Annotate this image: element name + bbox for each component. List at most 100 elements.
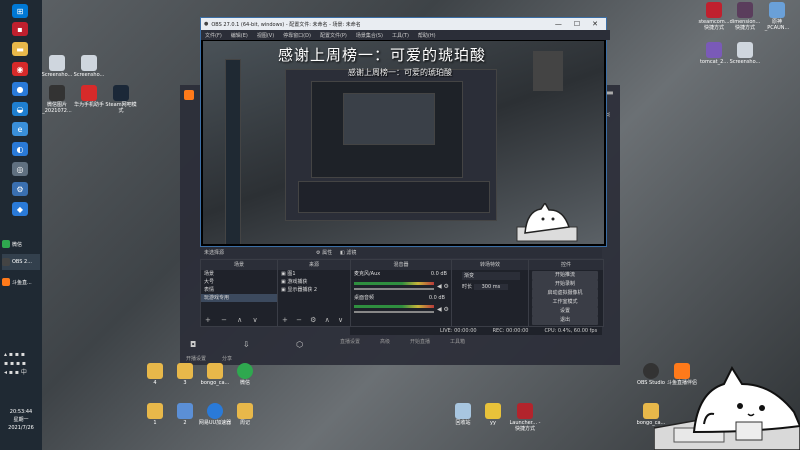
desktop-icon[interactable]: Screensho... [72,55,106,79]
douyu-bottom-icons[interactable]: ◘ ⇩ ⬡ [190,340,325,349]
scene-item[interactable]: 玩游戏专用 [201,294,277,302]
taskbar-app-obs[interactable]: OBS 2... [2,254,40,270]
dock-title: 控件 [529,260,603,270]
douyu-tool[interactable]: 开播设置 [186,355,206,362]
virtual-camera-button[interactable]: 启动虚拟摄像机 [532,289,598,298]
folder-icon[interactable]: ▬ [12,42,28,56]
scene-toolbar[interactable]: + − ∧ ∨ [205,316,262,324]
duration-input[interactable]: 300 ms [473,284,509,290]
volume-slider[interactable] [354,288,434,290]
tab-label: 滤镜 [346,250,357,256]
qq-icon[interactable]: ◒ [12,102,28,116]
edge-icon[interactable]: ◐ [12,142,28,156]
desktop-icon[interactable]: Screensho... [40,55,74,79]
desktop-icon[interactable]: tomcat_2... [697,42,731,66]
source-item[interactable]: ▣ 显示器捕获 2 [278,286,350,294]
start-streaming-button[interactable]: 开始推流 [532,271,598,280]
desktop-icon[interactable]: 网易UU加速器 [198,403,232,427]
desktop-icon-label: 网易UU加速器 [198,420,232,426]
browser-icon[interactable]: ● [12,82,28,96]
wechat-icon [237,363,253,379]
douyu-icon [2,278,10,286]
douyu-tool[interactable]: 工具箱 [450,338,465,345]
screenshot-icon [737,42,753,58]
desktop-icon[interactable]: 微信 [228,363,262,387]
game-icon[interactable]: ◆ [12,202,28,216]
menu-view[interactable]: 视图(V) [257,32,274,39]
volume-slider[interactable] [354,311,434,313]
desktop-icon[interactable]: 1 [138,403,172,427]
audio-meter [354,305,434,308]
desktop-icon[interactable]: 原神_PCAUN... [760,2,794,31]
desktop-icon[interactable]: bongo_ca... [198,363,232,387]
mixer-controls[interactable]: ◀ ⚙ [437,283,449,290]
menu-icon[interactable]: ▬ [606,88,614,97]
douyu-tool[interactable]: 高级 [380,338,390,345]
studio-mode-button[interactable]: 工作室模式 [532,298,598,307]
menu-scene-collection[interactable]: 场景集合(S) [356,32,383,39]
desktop-icon[interactable]: 周记 [228,403,262,427]
tomcat-icon [706,42,722,58]
taskbar-app-douyu[interactable]: 斗鱼直... [2,274,40,290]
desktop-icon[interactable]: Steam网吧模式 [104,85,138,114]
desktop-icon[interactable]: 华为手机助手 [72,85,106,109]
scene-item[interactable]: 场景 [201,270,277,278]
desktop-icon[interactable]: steamcom...快捷方式 [697,2,731,31]
app-icon[interactable]: ▪ [12,22,28,36]
maximize-button[interactable]: ☐ [574,20,580,28]
start-recording-button[interactable]: 开始录制 [532,280,598,289]
window-title: OBS 27.0.1 (64-bit, windows) - 配置文件: 未命名… [211,21,361,28]
minimize-button[interactable]: — [555,20,562,28]
taskbar-app-label: 斗鱼直... [12,279,32,286]
source-toolbar[interactable]: + − ⚙ ∧ ∨ [282,316,346,324]
desktop-icon[interactable]: 回收站 [446,403,480,427]
banner-text: 感谢上周榜一：可爱的琥珀酸 [278,46,487,64]
transition-select[interactable]: 渐变 [462,272,520,280]
tray-icons[interactable]: ▴ ▪ ▪ ▪ ▪ ▪ ▪ ▪ ◂ ▪ ▪ 中 [4,350,38,377]
scene-item[interactable]: 表情 [201,286,277,294]
desktop-icon-label: 微信 [239,380,250,386]
desktop-icon[interactable]: 微信图片_2021072... [40,85,74,114]
steam-icon[interactable]: ◎ [12,162,28,176]
douyu-tool[interactable]: 开始直播 [410,338,430,345]
menu-docks[interactable]: 停靠窗口(D) [283,32,311,39]
clock[interactable]: 20:53:44 星期一 2021/7/26 [4,408,38,432]
source-label: 显示器捕获 2 [287,287,318,293]
netease-icon[interactable]: ◉ [12,62,28,76]
menu-tools[interactable]: 工具(T) [392,32,409,39]
menu-profile[interactable]: 配置文件(P) [320,32,347,39]
mixer-controls[interactable]: ◀ ⚙ [437,306,449,313]
desktop-icon[interactable]: yy [476,403,510,427]
desktop-icon[interactable]: 2 [168,403,202,427]
audio-meter [354,282,434,285]
douyu-tool[interactable]: 直播设置 [340,338,360,345]
desktop-icon[interactable]: Screensho... [728,42,762,66]
settings-button[interactable]: 设置 [532,307,598,316]
live-timer: LIVE: 00:00:00 [440,328,477,334]
desktop-icon[interactable]: 3 [168,363,202,387]
taskbar-app-label: 微信 [12,241,23,248]
ie-icon[interactable]: e [12,122,28,136]
desktop-icon-label: 4 [153,380,157,386]
source-item[interactable]: ▣ 游戏捕获 [278,278,350,286]
settings-icon[interactable]: ⚙ [12,182,28,196]
start-icon[interactable]: ⊞ [12,4,28,18]
desktop-icon[interactable]: Launcher... - 快捷方式 [508,403,542,432]
scene-item[interactable]: 大号 [201,278,277,286]
close-button[interactable]: ✕ [592,20,598,28]
desktop-icon[interactable]: 4 [138,363,172,387]
source-item[interactable]: ▣ 图1 [278,270,350,278]
exit-button[interactable]: 退出 [532,316,598,325]
douyu-tool[interactable]: 分享 [222,355,232,362]
desktop-icon[interactable]: dimension...快捷方式 [728,2,762,31]
tab-filters[interactable]: ◧ 滤镜 [340,248,356,258]
menu-file[interactable]: 文件(F) [205,32,222,39]
menu-help[interactable]: 帮助(H) [418,32,436,39]
desktop-icon-label: Screensho... [729,59,761,65]
taskbar-app-wechat[interactable]: 微信 [2,236,40,252]
tab-properties[interactable]: ⚙ 属性 [316,248,332,258]
menu-edit[interactable]: 编辑(E) [231,32,248,39]
clock-time: 20:53:44 [9,409,33,415]
window-titlebar[interactable]: ● OBS 27.0.1 (64-bit, windows) - 配置文件: 未… [201,18,606,30]
rec-timer: REC: 00:00:00 [492,328,529,334]
